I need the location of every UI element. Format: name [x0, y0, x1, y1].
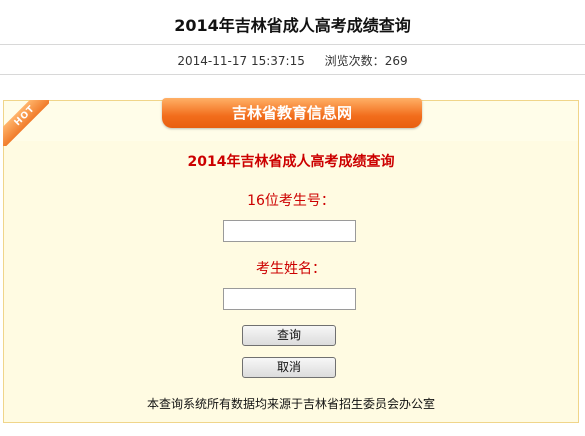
query-panel: HOT 吉林省教育信息网 2014年吉林省成人高考成绩查询 16位考生号： 考生… [3, 98, 579, 423]
exam-number-input[interactable] [223, 220, 356, 242]
divider-top [0, 44, 585, 45]
cancel-button[interactable]: 取消 [242, 357, 336, 378]
views-label: 浏览次数： [324, 54, 385, 68]
timestamp: 2014-11-17 15:37:15 [177, 54, 305, 68]
form-title: 2014年吉林省成人高考成绩查询 [187, 154, 395, 170]
meta-line: 2014-11-17 15:37:15 浏览次数：269 [0, 52, 585, 69]
footer-note: 本查询系统所有数据均来源于吉林省招生委员会办公室 [146, 397, 435, 411]
page-title: 2014年吉林省成人高考成绩查询 [174, 16, 411, 35]
divider-bottom [0, 74, 585, 75]
tab-header: 吉林省教育信息网 [162, 98, 422, 128]
hot-ribbon: HOT [3, 100, 49, 146]
hot-ribbon-label: HOT [3, 100, 49, 146]
exam-number-label: 16位考生号： [247, 193, 335, 209]
candidate-name-label: 考生姓名： [256, 261, 326, 277]
candidate-name-input[interactable] [223, 288, 356, 310]
views-count: 269 [384, 54, 408, 68]
query-button[interactable]: 查询 [242, 325, 336, 346]
